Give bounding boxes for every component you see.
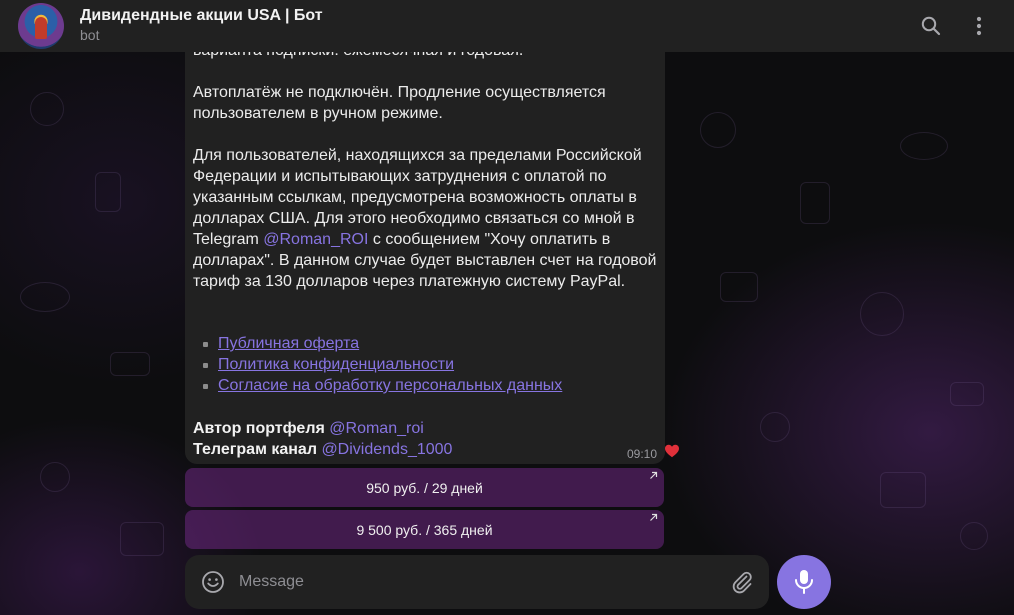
channel-label: Телеграм канал bbox=[193, 441, 317, 458]
more-menu-button[interactable] bbox=[961, 8, 997, 44]
list-item: Публичная оферта bbox=[193, 333, 562, 354]
doodle-shape bbox=[960, 522, 988, 550]
document-links-list: Публичная оферта Политика конфиденциальн… bbox=[193, 333, 562, 396]
list-item: Согласие на обработку персональных данны… bbox=[193, 375, 562, 396]
doodle-shape bbox=[720, 272, 758, 302]
doodle-shape bbox=[95, 172, 121, 212]
microphone-icon bbox=[795, 570, 813, 594]
link-privacy-policy[interactable]: Политика конфиденциальности bbox=[218, 356, 454, 373]
chat-header: Дивидендные акции USA | Бот bot bbox=[0, 0, 1014, 52]
message-composer bbox=[185, 555, 769, 609]
more-vertical-icon bbox=[976, 16, 982, 36]
search-icon bbox=[921, 16, 941, 36]
voice-record-button[interactable] bbox=[777, 555, 831, 609]
pay-yearly-button[interactable]: 9 500 руб. / 365 дней bbox=[185, 510, 664, 549]
link-data-consent[interactable]: Согласие на обработку персональных данны… bbox=[218, 377, 562, 394]
author-label: Автор портфеля bbox=[193, 420, 325, 437]
emoji-icon[interactable] bbox=[201, 570, 225, 594]
chat-subtitle: bot bbox=[80, 27, 100, 43]
author-mention[interactable]: @Roman_roi bbox=[329, 420, 424, 437]
doodle-shape bbox=[110, 352, 150, 376]
author-line: Автор портфеля @Roman_roi bbox=[193, 418, 452, 439]
paperclip-icon[interactable] bbox=[730, 570, 754, 594]
heart-reaction-icon[interactable] bbox=[664, 443, 680, 459]
doodle-shape bbox=[20, 282, 70, 312]
message-paragraph-autopay: Автоплатёж не подключён. Продление осуще… bbox=[193, 84, 606, 122]
doodle-shape bbox=[800, 182, 830, 224]
chat-title[interactable]: Дивидендные акции USA | Бот bbox=[80, 7, 323, 25]
arrow-up-right-icon bbox=[650, 513, 658, 521]
doodle-shape bbox=[950, 382, 984, 406]
button-label: 950 руб. / 29 дней bbox=[366, 479, 483, 496]
mention-link[interactable]: @Roman_ROI bbox=[263, 231, 368, 248]
doodle-shape bbox=[860, 292, 904, 336]
bot-message: варианта подписки: ежемесячная и годовая… bbox=[185, 36, 665, 464]
pay-monthly-button[interactable]: 950 руб. / 29 дней bbox=[185, 468, 664, 507]
message-input[interactable] bbox=[239, 570, 709, 594]
arrow-up-right-icon bbox=[650, 471, 658, 479]
doodle-shape bbox=[30, 92, 64, 126]
author-block: Автор портфеля @Roman_roi Телеграм канал… bbox=[193, 418, 452, 460]
list-item: Политика конфиденциальности bbox=[193, 354, 562, 375]
doodle-shape bbox=[700, 112, 736, 148]
link-public-offer[interactable]: Публичная оферта bbox=[218, 335, 359, 352]
doodle-shape bbox=[120, 522, 164, 556]
message-time: 09:10 bbox=[627, 447, 658, 461]
button-label: 9 500 руб. / 365 дней bbox=[356, 521, 493, 538]
doodle-shape bbox=[760, 412, 790, 442]
channel-mention[interactable]: @Dividends_1000 bbox=[321, 441, 452, 458]
channel-line: Телеграм канал @Dividends_1000 bbox=[193, 439, 452, 460]
bot-avatar[interactable] bbox=[18, 3, 64, 49]
doodle-shape bbox=[880, 472, 926, 508]
doodle-shape bbox=[900, 132, 948, 160]
search-button[interactable] bbox=[913, 8, 949, 44]
doodle-shape bbox=[40, 462, 70, 492]
message-paragraph-foreign: Для пользователей, находящихся за предел… bbox=[193, 145, 659, 292]
